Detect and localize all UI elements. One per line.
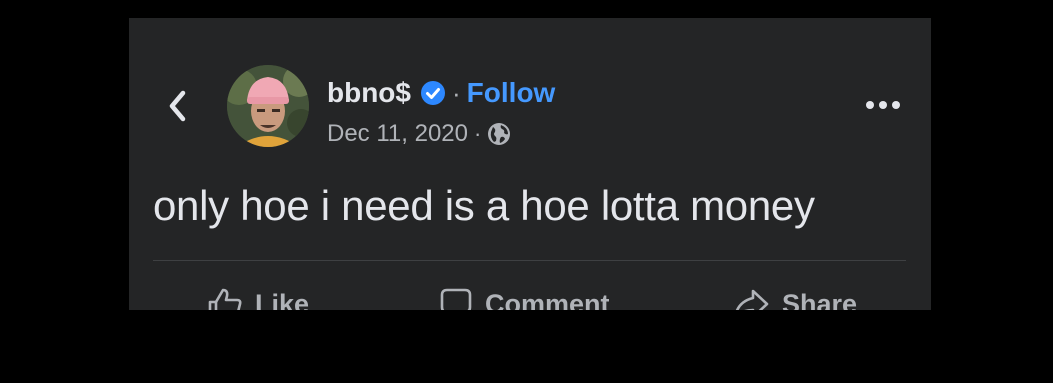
verified-badge-icon <box>421 81 445 105</box>
post-meta: Dec 11, 2020 · <box>327 116 511 152</box>
thumbs-up-icon <box>208 288 242 310</box>
share-button[interactable]: Share <box>732 282 857 310</box>
chevron-left-icon <box>169 90 186 122</box>
share-arrow-icon <box>735 289 769 310</box>
globe-icon[interactable] <box>487 122 511 146</box>
meta-separator: · <box>474 121 482 146</box>
share-label: Share <box>782 288 858 311</box>
author-row: bbno$ · Follow <box>327 73 555 113</box>
more-horizontal-icon <box>866 101 900 109</box>
comment-button[interactable]: Comment <box>439 282 610 310</box>
comment-label: Comment <box>485 288 610 311</box>
follow-button[interactable]: Follow <box>467 77 556 109</box>
actions-divider <box>153 260 906 261</box>
like-button[interactable]: Like <box>207 282 309 310</box>
post-text: only hoe i need is a hoe lotta money <box>153 182 815 229</box>
more-options-button[interactable] <box>863 93 903 117</box>
profile-photo <box>227 65 309 147</box>
post-date[interactable]: Dec 11, 2020 <box>327 120 468 148</box>
like-label: Like <box>255 288 310 311</box>
back-button[interactable] <box>164 88 190 124</box>
name-separator: · <box>452 77 461 108</box>
author-name[interactable]: bbno$ <box>327 77 411 109</box>
post-card: bbno$ · Follow Dec 11, 2020 · only hoe i… <box>129 18 931 310</box>
avatar[interactable] <box>227 65 309 147</box>
comment-bubble-icon <box>440 288 472 310</box>
